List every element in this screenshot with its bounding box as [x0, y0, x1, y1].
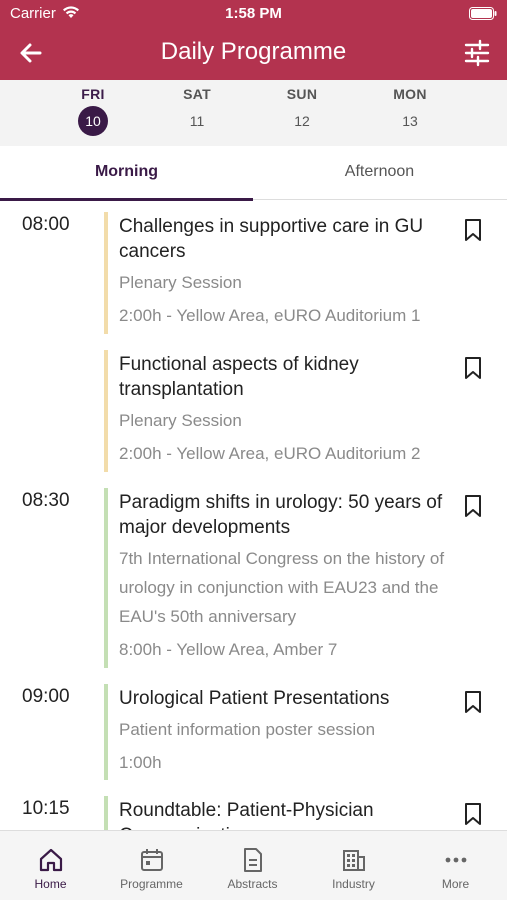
more-dots-icon — [445, 857, 466, 863]
session-time: 09:00 — [22, 686, 70, 707]
day-selector: FRI 10 SAT 11 SUN 12 MON 13 — [0, 80, 507, 146]
filter-sliders-icon[interactable] — [463, 39, 491, 67]
session-list: 08:00 Challenges in supportive care in G… — [0, 200, 507, 830]
tabbar-label: Abstracts — [227, 877, 278, 891]
session-row[interactable]: 10:15 Roundtable: Patient-Physician Comm… — [0, 790, 507, 830]
tab-morning[interactable]: Morning — [0, 146, 253, 201]
session-time: 10:15 — [22, 798, 70, 819]
session-type: Patient information poster session — [119, 720, 376, 739]
session-title: Functional aspects of kidney transplanta… — [119, 354, 359, 400]
tabbar-label: More — [441, 877, 470, 891]
bookmark-icon[interactable] — [463, 356, 483, 380]
session-title: Urological Patient Presentations — [119, 688, 390, 709]
session-row[interactable]: 09:00 Urological Patient Presentations P… — [0, 678, 507, 780]
session-title: Roundtable: Patient-Physician Communicat… — [119, 800, 374, 830]
status-time: 1:58 PM — [225, 5, 282, 22]
session-color-bar — [104, 684, 108, 780]
day-name: SUN — [286, 86, 318, 102]
day-number: 12 — [294, 113, 310, 129]
session-row[interactable]: 08:30 Paradigm shifts in urology: 50 yea… — [0, 482, 507, 668]
period-tabs: Morning Afternoon — [0, 146, 507, 201]
day-number: 13 — [402, 113, 418, 129]
bookmark-icon[interactable] — [463, 218, 483, 242]
session-type: Plenary Session — [119, 411, 242, 430]
session-time: 08:30 — [22, 490, 70, 511]
tabbar-industry[interactable]: Industry — [303, 831, 404, 900]
session-color-bar — [104, 488, 108, 668]
day-name: SAT — [183, 86, 211, 102]
home-icon — [39, 848, 62, 872]
tab-afternoon[interactable]: Afternoon — [253, 146, 506, 200]
session-row[interactable]: 08:00 Challenges in supportive care in G… — [0, 206, 507, 338]
session-row[interactable]: Functional aspects of kidney transplanta… — [0, 344, 507, 472]
day-sun[interactable]: SUN 12 — [267, 86, 337, 136]
bookmark-icon[interactable] — [463, 690, 483, 714]
bookmark-icon[interactable] — [463, 802, 483, 826]
session-color-bar — [104, 212, 108, 334]
tabbar-label: Industry — [332, 877, 375, 891]
day-number: 10 — [78, 106, 108, 136]
session-meta: 2:00h - Yellow Area, eURO Auditorium 2 — [119, 444, 421, 463]
session-color-bar — [104, 796, 108, 830]
building-icon — [342, 850, 365, 871]
session-meta: 8:00h - Yellow Area, Amber 7 — [119, 640, 338, 659]
day-name: MON — [393, 86, 427, 102]
day-mon[interactable]: MON 13 — [375, 86, 445, 136]
app-header: Carrier 1:58 PM Daily Programme — [0, 0, 507, 80]
tabbar-abstracts[interactable]: Abstracts — [202, 831, 303, 900]
tabbar-home[interactable]: Home — [0, 831, 101, 900]
session-type: Plenary Session — [119, 273, 242, 292]
page-title: Daily Programme — [160, 38, 347, 65]
session-meta: 2:00h - Yellow Area, eURO Auditorium 1 — [119, 306, 421, 325]
day-name: FRI — [81, 86, 105, 102]
tabbar-label: Programme — [120, 877, 183, 891]
bottom-tab-bar: Home Programme Abstracts Industry More — [0, 830, 507, 900]
calendar-icon — [140, 849, 163, 871]
session-time: 08:00 — [22, 214, 70, 235]
document-icon — [243, 848, 262, 872]
tabbar-more[interactable]: More — [404, 831, 507, 900]
day-sat[interactable]: SAT 11 — [162, 86, 232, 136]
tabbar-programme[interactable]: Programme — [101, 831, 202, 900]
status-bar: Carrier 1:58 PM — [0, 0, 507, 28]
session-meta: 1:00h — [119, 753, 162, 772]
day-fri[interactable]: FRI 10 — [58, 86, 128, 136]
session-title: Challenges in supportive care in GU canc… — [119, 216, 424, 262]
tabbar-label: Home — [34, 877, 67, 891]
bookmark-icon[interactable] — [463, 494, 483, 518]
day-number: 11 — [189, 113, 205, 129]
session-title: Paradigm shifts in urology: 50 years of … — [119, 492, 443, 538]
battery-icon — [469, 7, 497, 20]
session-type: 7th International Congress on the histor… — [119, 549, 445, 626]
session-color-bar — [104, 350, 108, 472]
